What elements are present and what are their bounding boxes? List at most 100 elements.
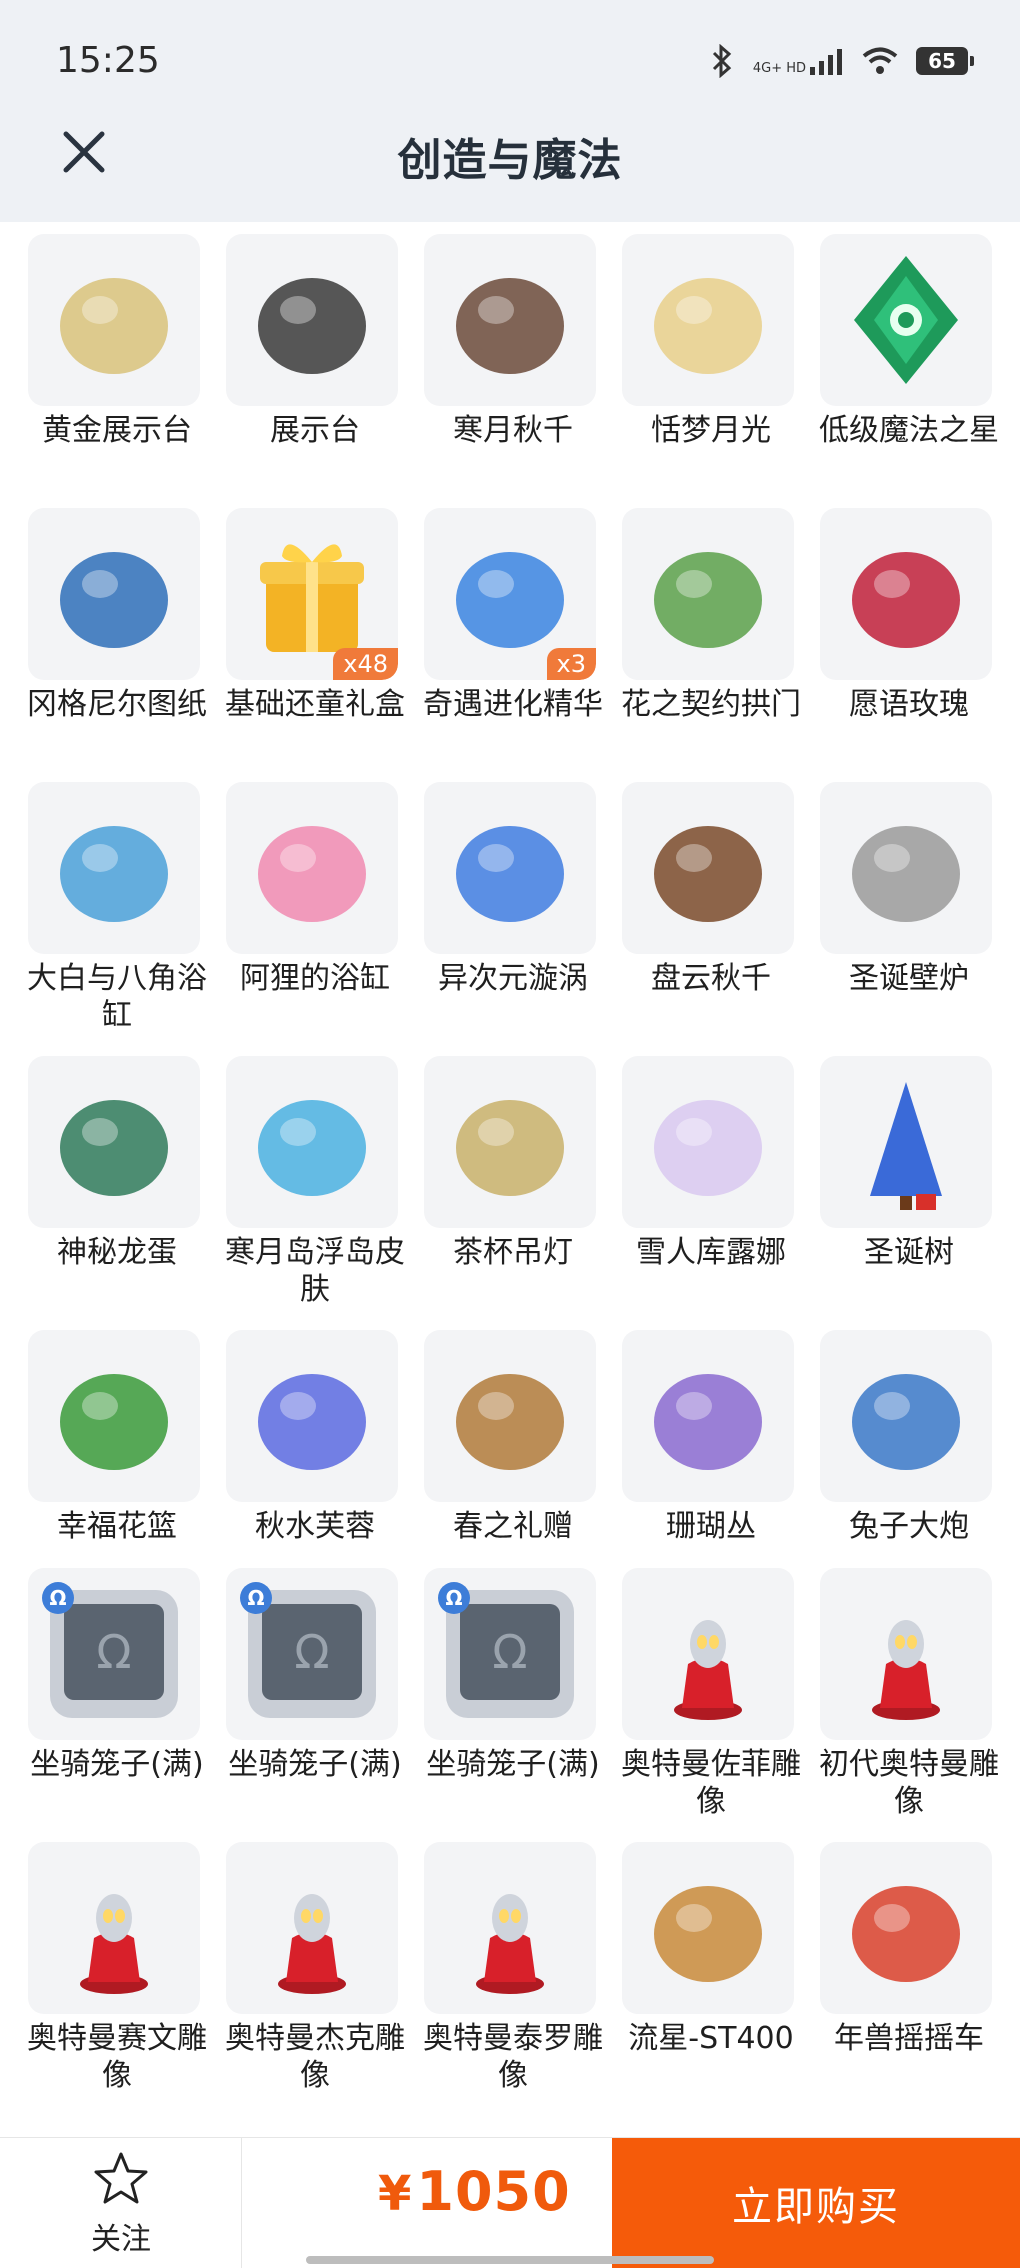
item-thumbnail[interactable] [28,1330,200,1502]
item-thumbnail[interactable] [820,508,992,680]
grid-item[interactable]: 春之礼赠 [414,1330,612,1590]
grid-item[interactable]: Ω Ω 坐骑笼子(满) [414,1568,612,1828]
grid-item[interactable]: Ω Ω 坐骑笼子(满) [216,1568,414,1828]
item-name: 圣诞树 [864,1235,954,1270]
item-thumbnail[interactable] [424,782,596,954]
signal-icon [810,49,842,75]
grid-item[interactable]: 恬梦月光 [612,234,810,494]
grid-item[interactable]: x3 奇遇进化精华 [414,508,612,768]
item-thumbnail[interactable] [424,234,596,406]
buy-now-button[interactable]: 立即购买 [612,2138,1020,2268]
page-title: 创造与魔法 [397,135,623,186]
grid-item[interactable]: 大白与八角浴缸 [18,782,216,1042]
item-thumbnail[interactable] [424,1330,596,1502]
display-stand-icon [258,278,366,374]
item-thumbnail[interactable] [28,1842,200,2014]
item-thumbnail[interactable]: x3 [424,508,596,680]
grid-item[interactable]: 圣诞树 [810,1056,1008,1316]
item-thumbnail[interactable] [28,782,200,954]
cloud-swing-icon [654,826,762,922]
item-name: 冈格尼尔图纸 [27,687,207,722]
gungnir-blueprint-icon [60,552,168,648]
grid-item[interactable]: 茶杯吊灯 [414,1056,612,1316]
item-thumbnail[interactable] [820,1568,992,1740]
item-thumbnail[interactable]: ΩΩ [226,1568,398,1740]
grid-item[interactable]: 异次元漩涡 [414,782,612,1042]
item-grid: 黄金展示台 展示台 寒月秋千 恬梦月光 低级魔法之星冈格尼尔图纸 x48 基础还童礼盒 x3 奇… [0,222,1020,2137]
grid-item[interactable]: 珊瑚丛 [612,1330,810,1590]
item-thumbnail[interactable] [226,782,398,954]
item-thumbnail[interactable] [226,1056,398,1228]
item-thumbnail[interactable] [622,1330,794,1502]
grid-item[interactable]: 冈格尼尔图纸 [18,508,216,768]
header: 创造与魔法 [0,110,1020,222]
item-thumbnail[interactable] [820,1842,992,2014]
grid-item[interactable]: 奥特曼赛文雕像 [18,1842,216,2102]
item-thumbnail[interactable]: ΩΩ [424,1568,596,1740]
item-thumbnail[interactable]: x48 [226,508,398,680]
svg-text:Ω: Ω [96,1625,131,1679]
grid-item[interactable]: 奥特曼佐菲雕像 [612,1568,810,1828]
item-name: 盘云秋千 [651,961,771,996]
item-name: 流星-ST400 [628,2021,794,2056]
item-name: 圣诞壁炉 [849,961,969,996]
grid-item[interactable]: 神秘龙蛋 [18,1056,216,1316]
item-name: 低级魔法之星 [819,413,999,448]
magic-star-gem-icon [854,256,958,384]
item-thumbnail[interactable] [622,1842,794,2014]
item-thumbnail[interactable] [820,234,992,406]
grid-item[interactable]: 阿狸的浴缸 [216,782,414,1042]
grid-item[interactable]: 圣诞壁炉 [810,782,1008,1042]
item-thumbnail[interactable] [622,1568,794,1740]
item-thumbnail[interactable] [820,782,992,954]
grid-item[interactable]: 年兽摇摇车 [810,1842,1008,2102]
status-time: 15:25 [56,40,160,81]
grid-item[interactable]: 雪人库露娜 [612,1056,810,1316]
item-name: 珊瑚丛 [666,1509,756,1544]
grid-item[interactable]: 兔子大炮 [810,1330,1008,1590]
item-thumbnail[interactable] [820,1056,992,1228]
bluetooth-icon [712,44,732,78]
network-label: 4G+ HD [752,61,806,76]
item-thumbnail[interactable] [622,1056,794,1228]
grid-item[interactable]: 愿语玫瑰 [810,508,1008,768]
price-value: 1050 [416,2160,571,2223]
item-thumbnail[interactable] [820,1330,992,1502]
item-thumbnail[interactable] [424,1056,596,1228]
item-thumbnail[interactable] [28,508,200,680]
grid-item[interactable]: 幸福花篮 [18,1330,216,1590]
item-thumbnail[interactable] [622,508,794,680]
follow-button[interactable]: 关注 [0,2138,242,2268]
grid-item[interactable]: 秋水芙蓉 [216,1330,414,1590]
grid-item[interactable]: 奥特曼杰克雕像 [216,1842,414,2102]
grid-item[interactable]: 寒月秋千 [414,234,612,494]
item-thumbnail[interactable] [622,782,794,954]
grid-item[interactable]: 低级魔法之星 [810,234,1008,494]
grid-item[interactable]: 流星-ST400 [612,1842,810,2102]
item-name: 秋水芙蓉 [255,1509,375,1544]
item-thumbnail[interactable] [226,1842,398,2014]
grid-item[interactable]: 寒月岛浮岛皮肤 [216,1056,414,1316]
item-thumbnail[interactable] [226,1330,398,1502]
grid-item[interactable]: 展示台 [216,234,414,494]
grid-item[interactable]: 初代奥特曼雕像 [810,1568,1008,1828]
grid-item[interactable]: 黄金展示台 [18,234,216,494]
item-thumbnail[interactable] [28,1056,200,1228]
item-thumbnail[interactable] [226,234,398,406]
grid-item[interactable]: x48 基础还童礼盒 [216,508,414,768]
item-name: 寒月岛浮岛皮肤 [225,1235,405,1307]
svg-text:Ω: Ω [492,1625,527,1679]
item-thumbnail[interactable] [28,234,200,406]
grid-item[interactable]: 花之契约拱门 [612,508,810,768]
christmas-fireplace-icon [852,826,960,922]
grid-item[interactable]: 盘云秋千 [612,782,810,1042]
item-thumbnail[interactable] [622,234,794,406]
ultraman-statue-icon [674,1620,742,1720]
grid-item[interactable]: Ω Ω 坐骑笼子(满) [18,1568,216,1828]
item-thumbnail[interactable]: ΩΩ [28,1568,200,1740]
item-thumbnail[interactable] [424,1842,596,2014]
item-name: 坐骑笼子(满) [426,1747,600,1782]
item-name: 茶杯吊灯 [453,1235,573,1270]
grid-item[interactable]: 奥特曼泰罗雕像 [414,1842,612,2102]
home-indicator[interactable] [306,2256,714,2264]
